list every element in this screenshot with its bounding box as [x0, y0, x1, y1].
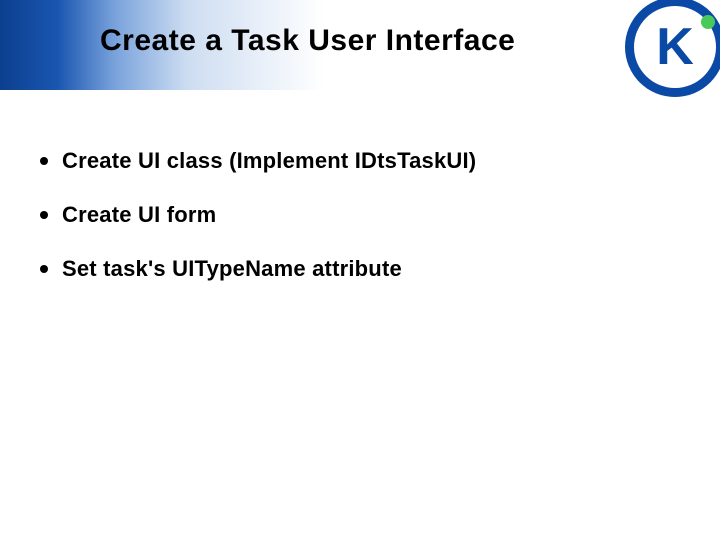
logo-icon: K [620, 0, 720, 102]
bullet-text: Create UI class (Implement IDtsTaskUI) [62, 148, 476, 174]
content-area: Create UI class (Implement IDtsTaskUI) C… [40, 120, 680, 310]
list-item: Create UI class (Implement IDtsTaskUI) [40, 148, 680, 174]
bullet-text: Create UI form [62, 202, 216, 228]
bullet-icon [40, 265, 48, 273]
logo-letter: K [656, 18, 694, 76]
bullet-text: Set task's UITypeName attribute [62, 256, 402, 282]
slide-title: Create a Task User Interface [100, 24, 600, 58]
bullet-icon [40, 211, 48, 219]
list-item: Set task's UITypeName attribute [40, 256, 680, 282]
logo: K [620, 0, 720, 102]
bullet-icon [40, 157, 48, 165]
list-item: Create UI form [40, 202, 680, 228]
slide: Create a Task User Interface K Create UI… [0, 0, 720, 540]
